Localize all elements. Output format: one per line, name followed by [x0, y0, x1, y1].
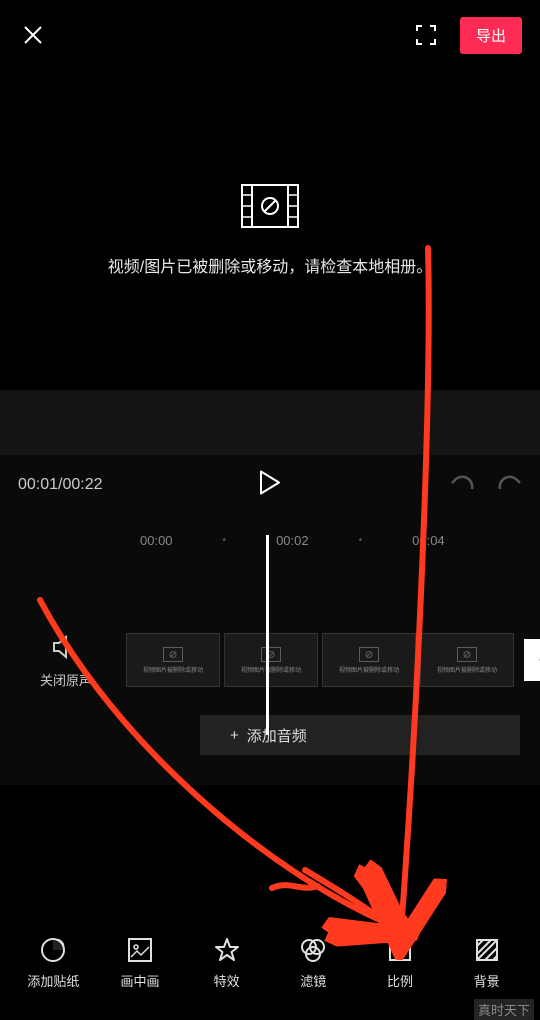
- ruler-tick: 00:04: [412, 533, 445, 548]
- background-icon: [475, 935, 499, 965]
- player-bar: 00:01/00:22: [0, 455, 540, 515]
- undo-button[interactable]: [450, 473, 476, 498]
- speaker-icon: [52, 635, 80, 659]
- timeline-area: 00:00 • 00:02 • 00:04 关闭原声 视频图片被删除或移动: [0, 515, 540, 785]
- tool-sticker[interactable]: 添加贴纸: [14, 935, 92, 990]
- tool-label: 特效: [214, 971, 240, 990]
- ruler-tick: 00:02: [276, 533, 309, 548]
- clip-error-text: 视频图片被删除或移动: [143, 665, 203, 674]
- video-clip[interactable]: 视频图片被删除或移动: [322, 633, 416, 687]
- current-time: 00:01: [18, 476, 58, 493]
- undo-icon: [450, 473, 476, 493]
- film-icon: [163, 647, 183, 662]
- playhead[interactable]: [266, 535, 269, 735]
- spacer: [0, 390, 540, 455]
- close-button[interactable]: [18, 20, 48, 50]
- effects-icon: [214, 935, 240, 965]
- video-clip[interactable]: 视频图片被删除或移动: [224, 633, 318, 687]
- preview-error-text: 视频/图片已被删除或移动，请检查本地相册。: [108, 253, 432, 277]
- clip-error-text: 视频图片被删除或移动: [437, 665, 497, 674]
- play-icon: [258, 470, 282, 496]
- total-time: 00:22: [63, 476, 103, 493]
- tool-ratio[interactable]: 比例: [361, 935, 439, 990]
- tool-label: 滤镜: [300, 971, 326, 990]
- tool-effects[interactable]: 特效: [188, 935, 266, 990]
- play-button[interactable]: [258, 470, 282, 501]
- add-audio-button[interactable]: + 添加音频: [200, 715, 520, 755]
- add-clip-button[interactable]: +: [524, 639, 540, 681]
- redo-icon: [496, 473, 522, 493]
- mute-original-button[interactable]: 关闭原声: [40, 635, 92, 689]
- ruler-dot: •: [223, 535, 227, 546]
- ruler-dot: •: [359, 535, 363, 546]
- time-ruler[interactable]: 00:00 • 00:02 • 00:04: [0, 525, 540, 555]
- film-icon: [261, 647, 281, 662]
- filter-icon: [298, 935, 328, 965]
- undo-redo-group: [450, 473, 522, 498]
- preview-area: 视频/图片已被删除或移动，请检查本地相册。: [0, 70, 540, 390]
- fullscreen-button[interactable]: [412, 21, 440, 49]
- ruler-tick: 00:00: [140, 533, 173, 548]
- header: 导出: [0, 0, 540, 70]
- tool-label: 背景: [474, 971, 500, 990]
- video-clip[interactable]: 视频图片被删除或移动: [420, 633, 514, 687]
- add-audio-label: 添加音频: [247, 725, 307, 746]
- video-clip[interactable]: 视频图片被删除或移动: [126, 633, 220, 687]
- export-button[interactable]: 导出: [460, 17, 522, 54]
- timecode: 00:01/00:22: [18, 476, 103, 494]
- tool-label: 比例: [387, 971, 413, 990]
- film-icon: [359, 647, 379, 662]
- plus-icon: +: [230, 727, 239, 744]
- bottom-toolbar: 添加贴纸 画中画 特效 滤镜 比例 背景: [0, 922, 540, 1002]
- pip-icon: [127, 935, 153, 965]
- tool-pip[interactable]: 画中画: [101, 935, 179, 990]
- tool-background[interactable]: 背景: [448, 935, 526, 990]
- clip-error-text: 视频图片被删除或移动: [339, 665, 399, 674]
- tool-filter[interactable]: 滤镜: [274, 935, 352, 990]
- redo-button[interactable]: [496, 473, 522, 498]
- sticker-icon: [40, 935, 66, 965]
- tracks-container: 关闭原声 视频图片被删除或移动 视频图片被删除或移动: [0, 585, 540, 785]
- close-icon: [21, 23, 45, 47]
- film-missing-icon: [241, 184, 299, 233]
- ratio-icon: [388, 935, 412, 965]
- clip-error-text: 视频图片被删除或移动: [241, 665, 301, 674]
- header-right: 导出: [412, 17, 522, 54]
- clips-row: 视频图片被删除或移动 视频图片被删除或移动 视频图片被删除或移动: [126, 633, 540, 687]
- fullscreen-icon: [415, 24, 437, 46]
- film-icon: [457, 647, 477, 662]
- watermark: 真时天下: [474, 999, 534, 1020]
- tool-label: 添加贴纸: [27, 971, 79, 990]
- mute-label: 关闭原声: [40, 670, 92, 689]
- tool-label: 画中画: [120, 971, 159, 990]
